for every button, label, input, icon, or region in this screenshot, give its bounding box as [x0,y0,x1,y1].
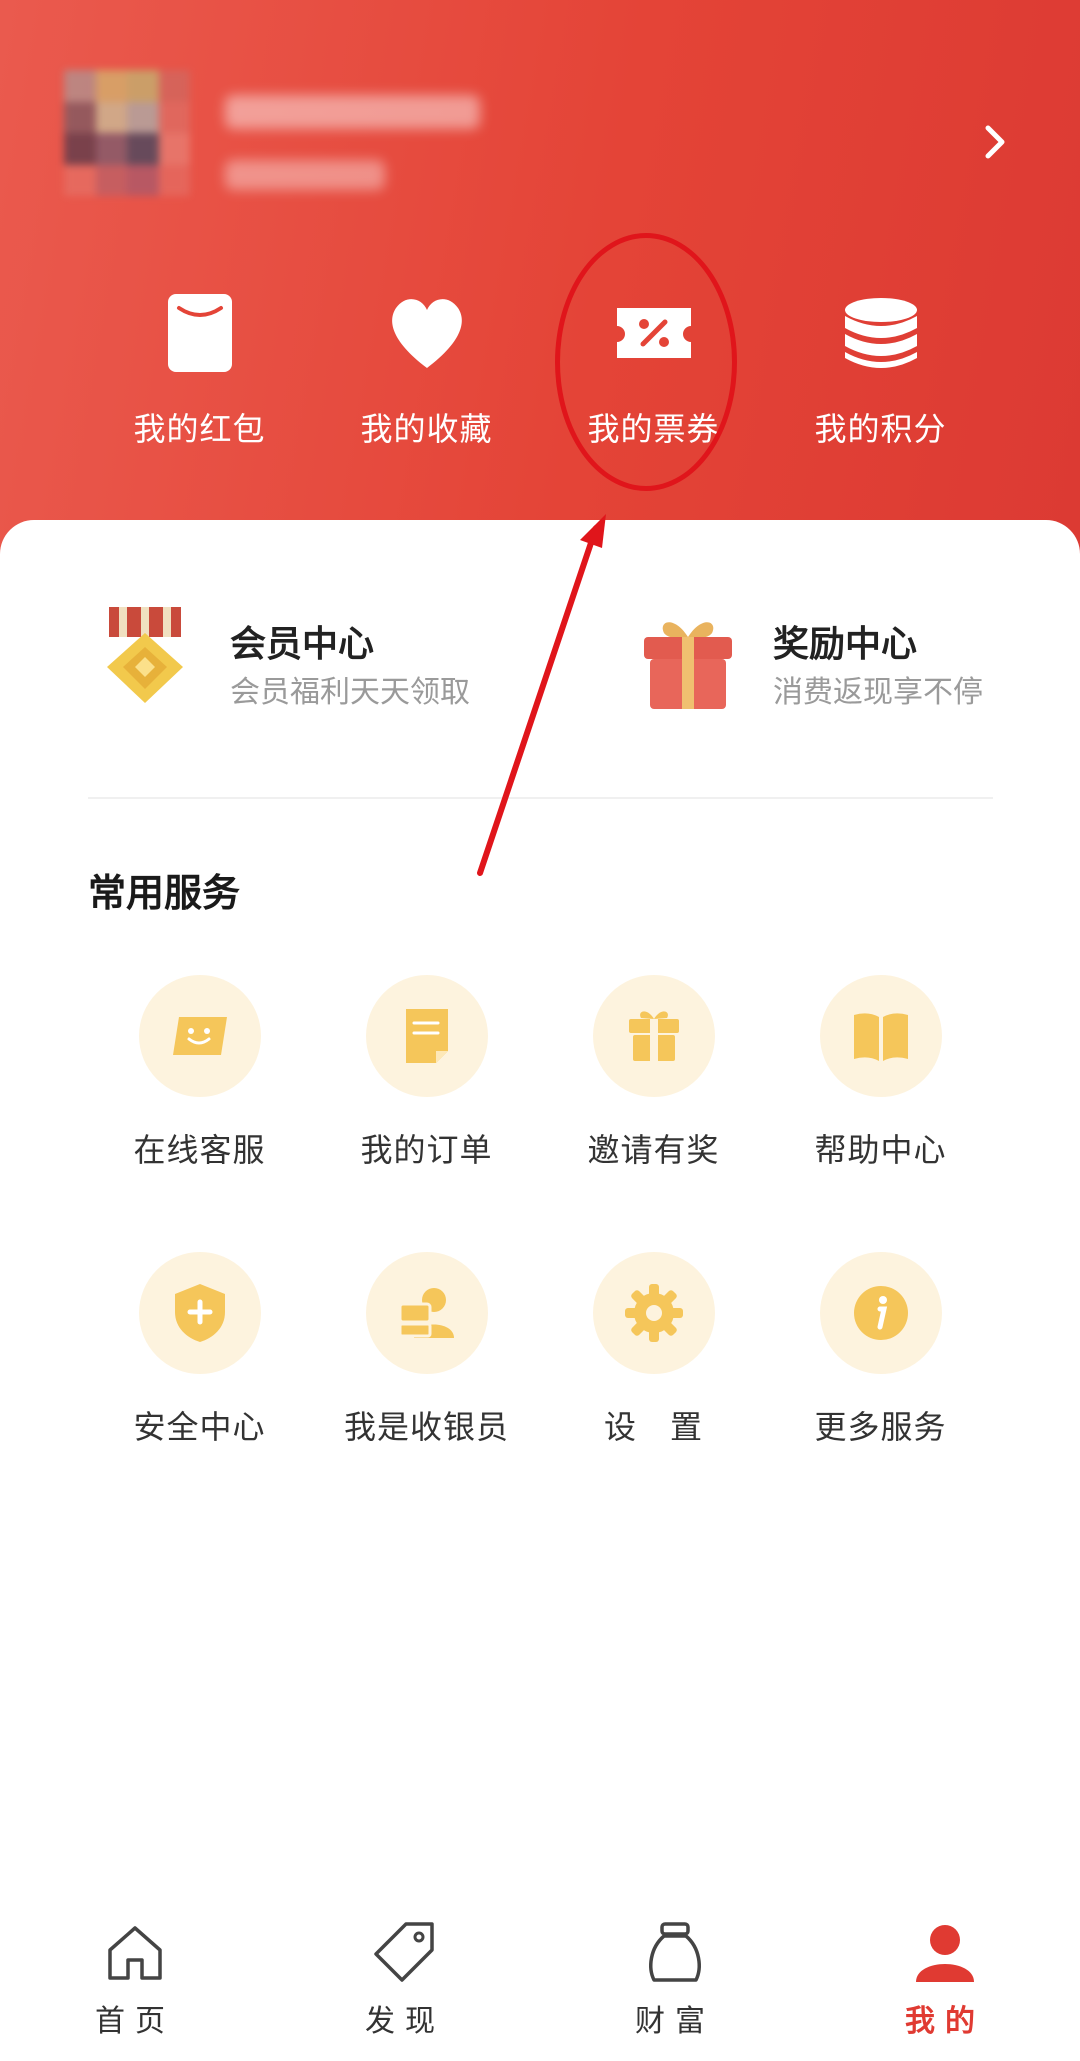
chevron-right-icon[interactable] [978,122,1012,162]
service-label: 邀请有奖 [587,1131,720,1169]
service-icon-bg [138,975,261,1097]
book-icon [853,1013,908,1061]
quick-action-points[interactable]: 我的积分 [767,288,994,450]
promo-subtitle: 消费返现享不停 [773,675,983,710]
quick-action-red-packet[interactable]: 我的红包 [86,288,313,450]
person-icon [916,1925,974,1982]
profile-header: 我的红包 我的收藏 我的票券 我的积分 [0,0,1080,560]
service-label: 设 置 [603,1408,703,1446]
service-security-center[interactable]: 安全中心 [86,1252,313,1448]
promo-title: 会员中心 [230,624,375,665]
coin-stack-icon [844,298,917,368]
tab-wealth[interactable]: 财富 [540,1900,810,2040]
service-icon-bg [592,975,715,1097]
service-icon-bg [365,1252,488,1374]
user-info-blurred [225,160,385,190]
medal-icon [107,607,183,703]
document-icon [405,1009,448,1063]
service-settings[interactable]: 设 置 [540,1252,767,1448]
avatar[interactable] [64,70,190,196]
service-my-orders[interactable]: 我的订单 [313,975,540,1171]
service-label: 帮助中心 [814,1131,947,1169]
gift-box-icon [644,622,732,709]
quick-action-favorites[interactable]: 我的收藏 [313,288,540,450]
service-icon-bg [592,1252,715,1374]
divider [88,797,993,799]
money-bag-icon [649,1922,701,1982]
tag-icon [374,1922,434,1982]
service-more[interactable]: 更多服务 [767,1252,994,1448]
quick-action-label: 我的红包 [133,410,266,448]
tab-home[interactable]: 首页 [0,1900,270,2040]
bottom-tab-bar: 首页 发现 财富 我的 [0,1900,1080,2061]
service-invite-reward[interactable]: 邀请有奖 [540,975,767,1171]
tab-label: 我的 [905,2004,985,2039]
tab-mine[interactable]: 我的 [810,1900,1080,2040]
quick-action-label: 我的收藏 [360,410,493,448]
promo-title: 奖励中心 [773,624,918,665]
service-icon-bg [819,975,942,1097]
tab-label: 发现 [365,2004,445,2039]
service-online-support[interactable]: 在线客服 [86,975,313,1171]
smile-ticket-icon [172,1017,227,1055]
service-label: 我是收银员 [343,1408,509,1446]
service-cashier[interactable]: 我是收银员 [313,1252,540,1448]
tab-label: 财富 [635,2004,715,2039]
service-icon-bg [365,975,488,1097]
tab-label: 首页 [95,2004,175,2039]
gear-icon [624,1284,683,1342]
gift-icon [628,1011,679,1061]
cashier-icon [398,1288,454,1338]
service-icon-bg [138,1252,261,1374]
section-title: 常用服务 [88,871,241,915]
service-label: 安全中心 [133,1408,266,1446]
heart-icon [391,299,462,368]
service-label: 我的订单 [360,1131,493,1169]
home-icon [108,1926,162,1980]
tab-discover[interactable]: 发现 [270,1900,540,2040]
info-icon [853,1286,908,1340]
service-help-center[interactable]: 帮助中心 [767,975,994,1171]
promo-subtitle: 会员福利天天领取 [230,675,470,710]
annotation-circle [555,233,737,491]
quick-action-label: 我的积分 [814,410,947,448]
username-blurred [225,95,480,129]
shield-plus-icon [174,1284,225,1342]
red-packet-icon [167,294,232,372]
service-icon-bg [819,1252,942,1374]
service-label: 在线客服 [133,1131,266,1169]
service-label: 更多服务 [814,1408,947,1446]
